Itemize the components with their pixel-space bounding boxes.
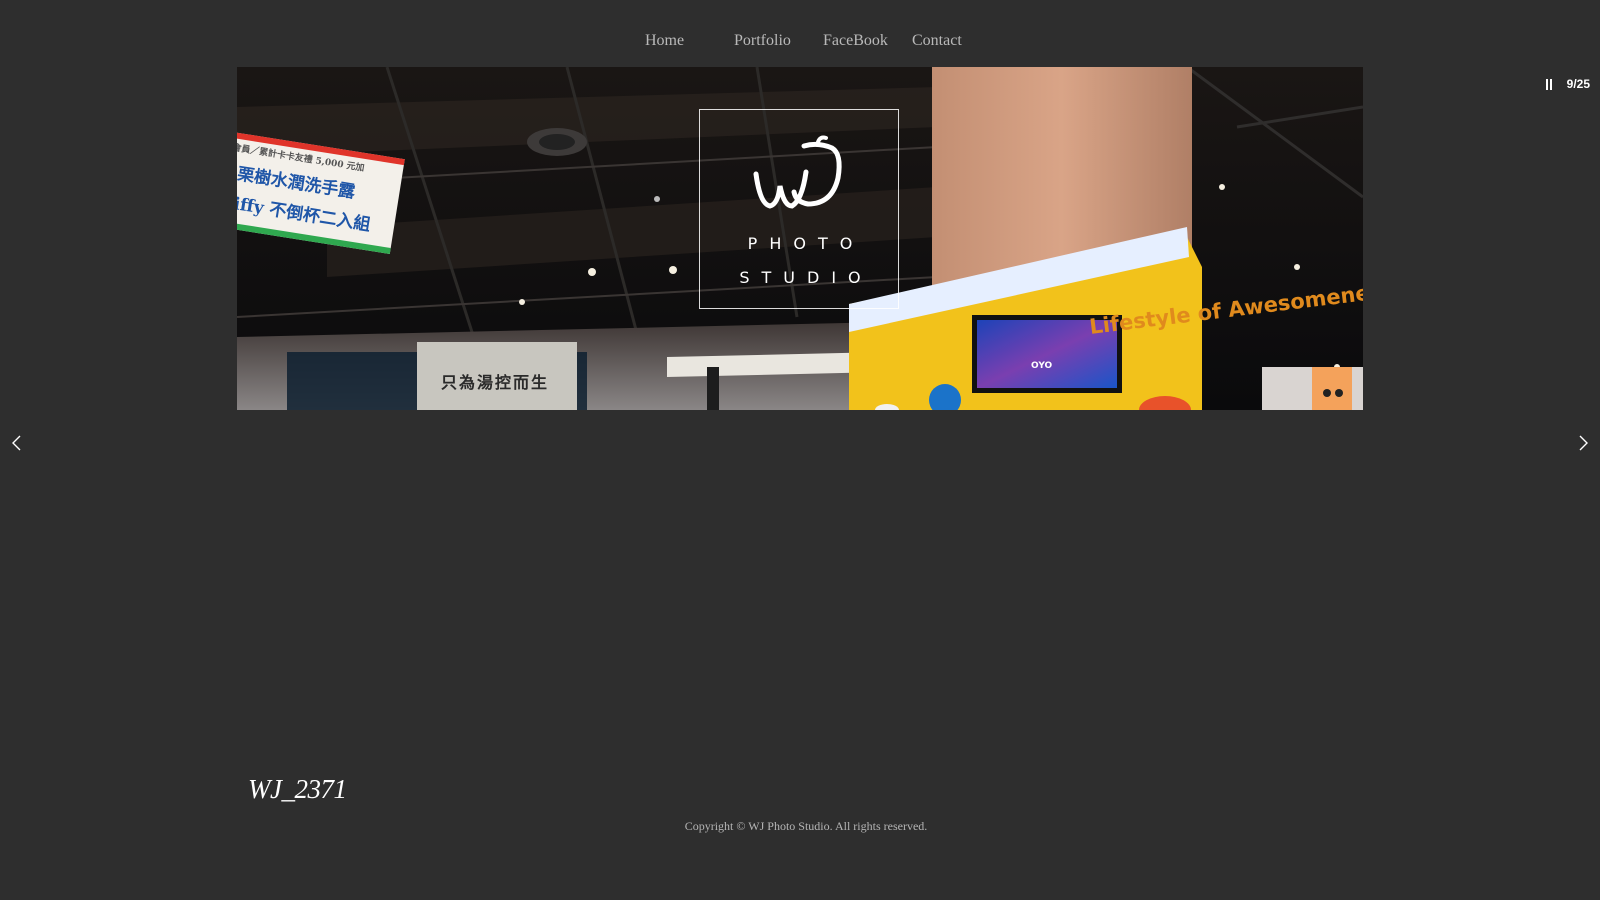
chevron-left-icon[interactable]	[10, 434, 24, 452]
page: Home Portfolio FaceBook Contact 9/25 會員／…	[0, 0, 1600, 900]
copyright-footer: Copyright © WJ Photo Studio. All rights …	[684, 819, 928, 833]
nav-portfolio[interactable]: Portfolio	[734, 32, 791, 50]
nav-contact[interactable]: Contact	[912, 32, 962, 50]
slideshow-controls: 9/25	[1545, 76, 1590, 92]
slideshow-photo: 會員／累計卡卡友禮 5,000 元加 馬栗樹水潤洗手露 miffy 不倒杯二入組…	[237, 67, 1363, 410]
studio-logo: PHOTO STUDIO	[699, 109, 899, 309]
photo-caption: WJ_2371	[248, 774, 347, 804]
wj-logo-mark-icon	[753, 135, 842, 209]
logo-studio-text: STUDIO	[739, 268, 873, 287]
slide-counter: 9/25	[1566, 77, 1590, 91]
pause-icon[interactable]	[1545, 78, 1553, 90]
nav-home[interactable]: Home	[645, 32, 684, 50]
main-nav: Home Portfolio FaceBook Contact	[0, 32, 1600, 56]
logo-photo-text: PHOTO	[747, 234, 865, 253]
storefront-sign: 只為湯控而生	[441, 373, 550, 392]
tv-brand-text: OYO	[1031, 361, 1053, 371]
chevron-right-icon[interactable]	[1576, 434, 1590, 452]
nav-facebook[interactable]: FaceBook	[823, 32, 888, 50]
